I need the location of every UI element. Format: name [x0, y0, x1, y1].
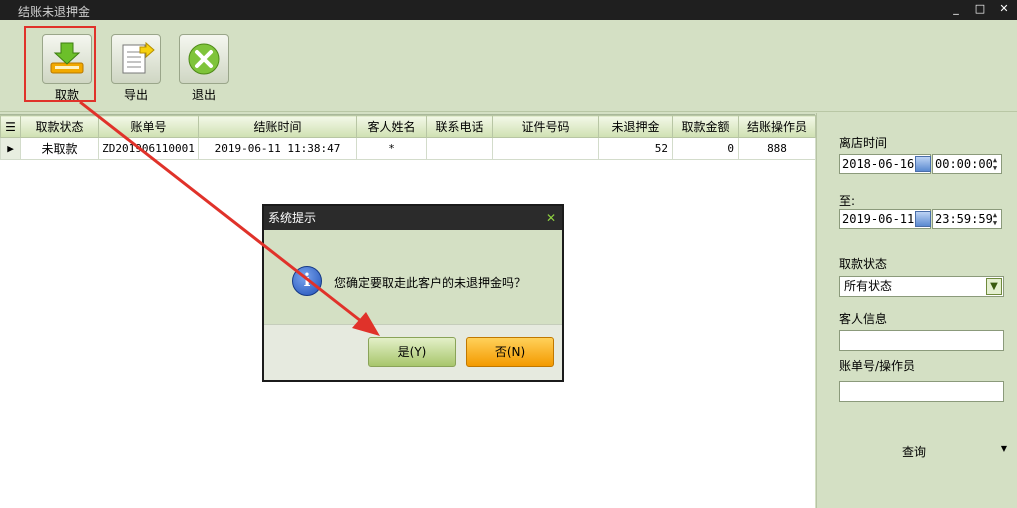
row-indicator-icon: ▶ — [0, 137, 21, 160]
cell-phone — [426, 137, 493, 160]
end-time-input[interactable]: 23:59:59 ▲ ▼ — [932, 209, 1002, 229]
status-select[interactable]: 所有状态 ▼ — [839, 276, 1004, 297]
toolbar: 取款 导出 退出 — [0, 20, 1017, 112]
no-button[interactable]: 否(N) — [466, 337, 554, 367]
table-header-row: ☰ 取款状态 账单号 结账时间 客人姓名 联系电话 证件号码 未退押金 取款金额… — [0, 115, 816, 138]
dialog-body: i 您确定要取走此客户的未退押金吗？ — [264, 232, 562, 324]
end-time-value: 23:59:59 — [935, 212, 993, 226]
query-label: 查询 — [902, 445, 927, 459]
chevron-down-icon[interactable]: ▼ — [986, 278, 1002, 295]
export-button[interactable]: 导出 — [109, 34, 163, 103]
grid-menu-icon[interactable]: ☰ — [0, 115, 21, 138]
cell-checkout-time: 2019-06-11 11:38:47 — [198, 137, 357, 160]
cell-status: 未取款 — [20, 137, 99, 160]
confirm-dialog: 系统提示 ✕ i 您确定要取走此客户的未退押金吗？ 是(Y) 否(N) — [262, 204, 564, 382]
title-bar: 结账未退押金 _ □ ✕ — [0, 0, 1017, 20]
dialog-footer: 是(Y) 否(N) — [264, 324, 562, 380]
calendar-icon[interactable] — [915, 211, 931, 227]
cell-withdraw-amount: 0 — [672, 137, 739, 160]
start-time-value: 00:00:00 — [935, 157, 993, 171]
dialog-message: 您确定要取走此客户的未退押金吗？ — [334, 276, 527, 290]
cell-operator: 888 — [738, 137, 816, 160]
col-header[interactable]: 客人姓名 — [356, 115, 427, 138]
status-select-value: 所有状态 — [844, 279, 893, 293]
status-label: 取款状态 — [839, 257, 888, 271]
calendar-icon[interactable] — [915, 156, 931, 172]
info-icon: i — [292, 266, 322, 296]
dialog-title: 系统提示 — [268, 211, 317, 225]
bill-table: ☰ 取款状态 账单号 结账时间 客人姓名 联系电话 证件号码 未退押金 取款金额… — [0, 115, 816, 160]
col-header[interactable]: 联系电话 — [426, 115, 493, 138]
highlight-box — [24, 26, 96, 102]
export-icon — [111, 34, 161, 84]
bill-operator-label: 账单号/操作员 — [839, 359, 916, 373]
cell-unrefunded-deposit: 52 — [598, 137, 673, 160]
exit-icon — [179, 34, 229, 84]
guest-info-input[interactable] — [839, 330, 1004, 351]
exit-button[interactable]: 退出 — [177, 34, 231, 103]
to-label: 至: — [839, 194, 856, 208]
col-header[interactable]: 取款金额 — [672, 115, 739, 138]
maximize-icon[interactable]: □ — [973, 2, 987, 16]
cell-bill-no: ZD201906110001 — [98, 137, 199, 160]
minimize-icon[interactable]: _ — [949, 2, 963, 16]
cell-guest-name: * — [356, 137, 427, 160]
cell-id-no — [492, 137, 599, 160]
close-icon[interactable]: ✕ — [997, 2, 1011, 16]
col-header[interactable]: 取款状态 — [20, 115, 99, 138]
bill-operator-input[interactable] — [839, 381, 1004, 402]
col-header[interactable]: 账单号 — [98, 115, 199, 138]
start-time-input[interactable]: 00:00:00 ▲ ▼ — [932, 154, 1002, 174]
caret-down-icon: ▼ — [1000, 444, 1007, 453]
col-header[interactable]: 结账时间 — [198, 115, 357, 138]
col-header[interactable]: 结账操作员 — [738, 115, 816, 138]
spin-icon[interactable]: ▲ ▼ — [990, 156, 1000, 172]
guest-info-label: 客人信息 — [839, 312, 888, 326]
spin-icon[interactable]: ▲ ▼ — [990, 211, 1000, 227]
departure-time-label: 离店时间 — [839, 136, 888, 150]
exit-label: 退出 — [191, 88, 216, 102]
filter-panel: 离店时间 2018-06-16 00:00:00 ▲ ▼ 至: 2019-06-1… — [816, 113, 1017, 508]
window-title: 结账未退押金 — [18, 5, 91, 19]
col-header[interactable]: 未退押金 — [598, 115, 673, 138]
col-header[interactable]: 证件号码 — [492, 115, 599, 138]
dialog-close-icon[interactable]: ✕ — [546, 206, 556, 230]
dialog-title-bar: 系统提示 ✕ — [264, 206, 562, 230]
query-button[interactable]: 查询 ▼ — [839, 441, 1009, 461]
yes-button[interactable]: 是(Y) — [368, 337, 456, 367]
export-label: 导出 — [123, 88, 148, 102]
table-row[interactable]: ▶ 未取款 ZD201906110001 2019-06-11 11:38:47… — [0, 137, 816, 160]
